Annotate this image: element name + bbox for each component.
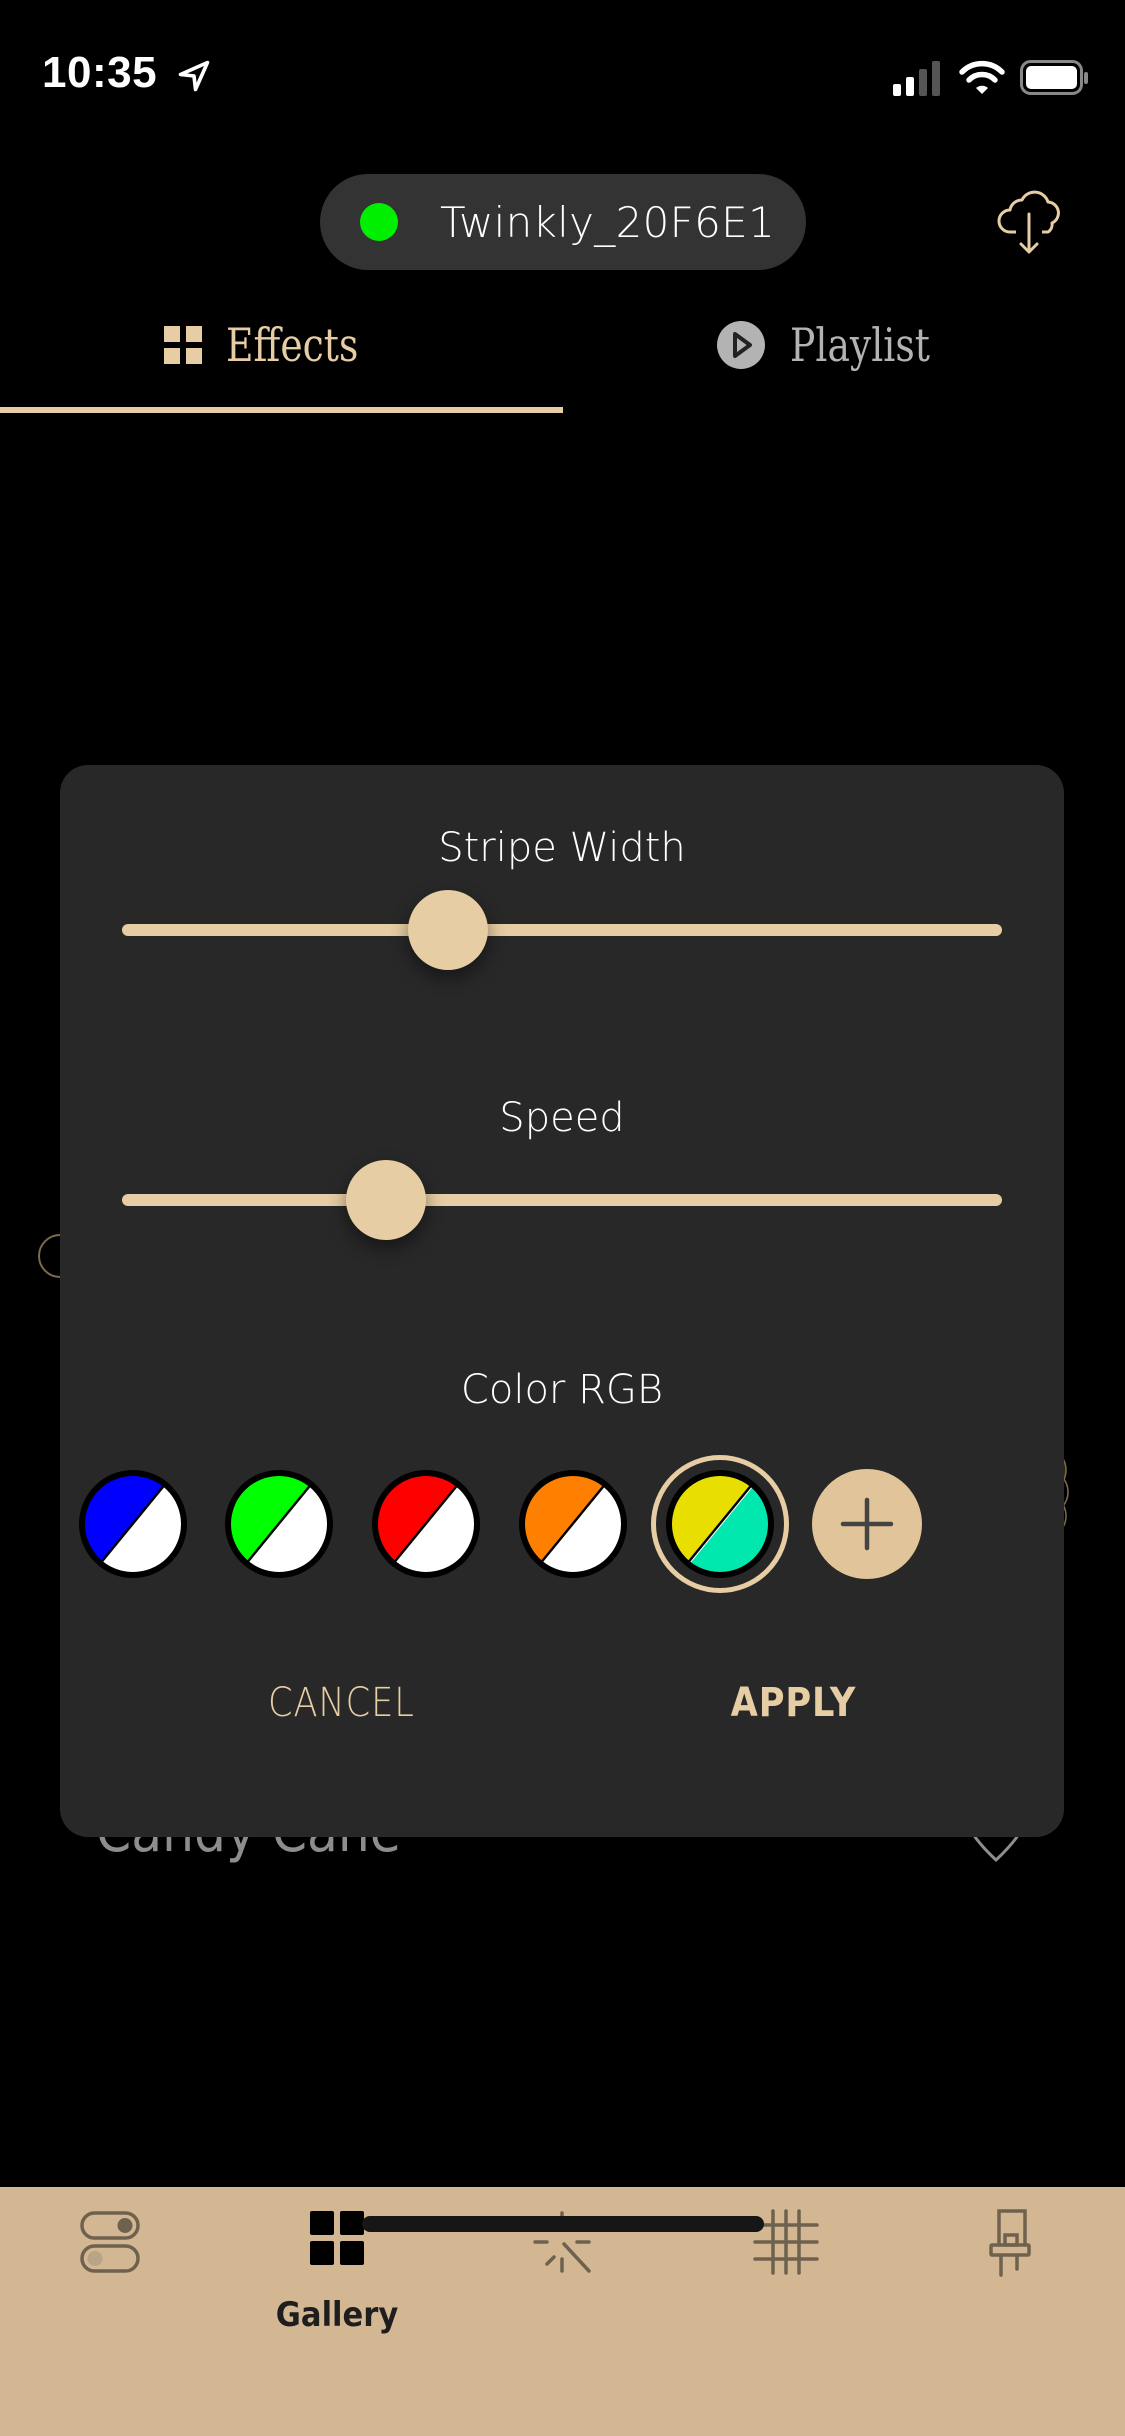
slider-track[interactable] <box>122 924 1002 936</box>
connection-status-dot <box>360 203 398 241</box>
cancel-button[interactable]: CANCEL <box>268 1680 415 1726</box>
gallery-grid-icon <box>310 2211 364 2265</box>
tab-effects[interactable]: Effects <box>164 300 387 390</box>
color-swatch-icon <box>372 1470 480 1578</box>
location-arrow-icon <box>178 60 210 92</box>
effect-settings-dialog: Stripe Width Speed Color RGB CANCEL APPL… <box>60 765 1064 1837</box>
wifi-icon <box>959 60 1005 94</box>
active-tab-indicator <box>0 407 563 413</box>
stripe-width-label: Stripe Width <box>438 825 686 871</box>
color-swatch[interactable] <box>224 1469 334 1579</box>
home-indicator[interactable] <box>362 2216 764 2232</box>
plus-icon <box>840 1497 894 1551</box>
color-rgb-label: Color RGB <box>460 1367 664 1413</box>
grid-icon <box>164 326 202 364</box>
speed-slider[interactable] <box>122 1160 1002 1240</box>
signal-icon <box>893 61 940 96</box>
stripe-width-slider[interactable] <box>122 890 1002 970</box>
add-color-button[interactable] <box>812 1469 922 1579</box>
toggles-icon <box>80 2211 140 2273</box>
speed-label: Speed <box>499 1095 625 1141</box>
battery-icon <box>1020 60 1088 95</box>
tab-label: Effects <box>226 318 359 372</box>
nav-item-controls[interactable] <box>42 2207 182 2277</box>
play-circle-icon <box>717 321 765 369</box>
color-swatch-icon <box>666 1470 774 1578</box>
color-swatch[interactable] <box>371 1469 481 1579</box>
device-selector[interactable]: Twinkly_20F6E1 <box>320 174 806 270</box>
slider-thumb[interactable] <box>346 1160 426 1240</box>
color-swatch[interactable] <box>78 1469 188 1579</box>
nav-item-device[interactable] <box>940 2207 1080 2277</box>
slider-thumb[interactable] <box>407 890 488 970</box>
color-swatch-icon <box>79 1470 187 1578</box>
status-bar: 10:35 <box>0 0 1125 140</box>
color-swatch[interactable] <box>651 1455 789 1593</box>
led-bulb-icon <box>989 2209 1031 2277</box>
color-swatch-icon <box>225 1470 333 1578</box>
color-swatch[interactable] <box>518 1469 628 1579</box>
cloud-download-icon[interactable] <box>996 186 1066 256</box>
status-time: 10:35 <box>42 48 158 97</box>
tab-playlist[interactable]: Playlist <box>716 300 961 390</box>
device-name: Twinkly_20F6E1 <box>440 197 775 247</box>
apply-button[interactable]: APPLY <box>731 1680 857 1726</box>
nav-label: Gallery <box>275 2295 399 2335</box>
tab-label: Playlist <box>790 318 930 372</box>
color-swatch-icon <box>519 1470 627 1578</box>
color-swatch-list <box>78 1447 1038 1593</box>
slider-track[interactable] <box>122 1194 1002 1206</box>
